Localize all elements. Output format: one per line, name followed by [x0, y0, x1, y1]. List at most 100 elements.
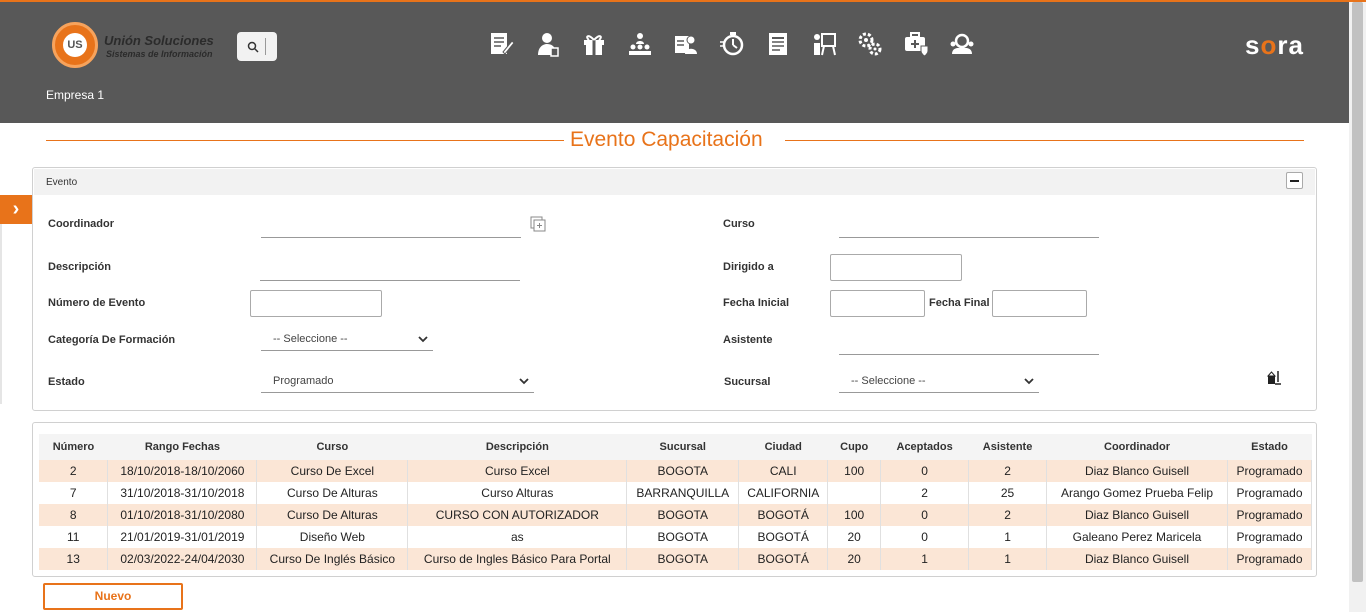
chevron-down-icon	[519, 378, 529, 385]
chevron-down-icon	[1024, 378, 1034, 385]
stopwatch-icon[interactable]	[718, 30, 746, 58]
user-touch-icon[interactable]	[534, 30, 562, 58]
title-divider-left	[46, 140, 564, 141]
cell-ciudad: BOGOTÁ	[738, 548, 829, 570]
cell-curso: Curso De Inglés Básico	[256, 548, 409, 570]
company-name[interactable]: Empresa 1	[46, 88, 104, 102]
gift-icon[interactable]	[580, 30, 608, 58]
team-hierarchy-icon[interactable]	[626, 30, 654, 58]
cell-asistente: 1	[968, 548, 1048, 570]
asistente-label: Asistente	[723, 334, 773, 346]
cell-coordinador: Diaz Blanco Guisell	[1046, 460, 1228, 482]
report-list-icon[interactable]	[764, 30, 792, 58]
cell-coordinador: Galeano Perez Maricela	[1046, 526, 1228, 548]
event-filter-panel: Evento Coordinador Curso Descripción Dir…	[32, 167, 1317, 411]
cell-asistente: 2	[968, 504, 1048, 526]
panel-title: Evento	[46, 177, 78, 188]
categoria-label: Categoría De Formación	[48, 334, 176, 346]
col-header-numero[interactable]: Número	[39, 434, 108, 460]
company-logo[interactable]: US Unión Soluciones Sistemas de Informac…	[52, 22, 222, 70]
gears-icon[interactable]	[856, 30, 884, 58]
cell-ciudad: BOGOTÁ	[738, 504, 829, 526]
logo-mark: US	[63, 33, 87, 57]
cell-rango-fechas: 21/01/2019-31/01/2019	[107, 526, 258, 548]
dirigido-input[interactable]	[830, 254, 962, 281]
search-button[interactable]	[237, 32, 277, 61]
col-header-coordinador[interactable]: Coordinador	[1046, 434, 1228, 460]
cell-cupo	[827, 482, 882, 504]
cell-descripcion: Curso Alturas	[407, 482, 628, 504]
document-edit-icon[interactable]	[488, 30, 516, 58]
scrollbar-thumb[interactable]	[1352, 2, 1363, 582]
add-search-icon[interactable]	[530, 216, 546, 232]
col-header-curso[interactable]: Curso	[256, 434, 408, 460]
brand-text: sora	[1245, 30, 1304, 60]
cell-rango-fechas: 31/10/2018-31/10/2018	[107, 482, 258, 504]
cell-aceptados: 2	[880, 482, 970, 504]
table-row[interactable]: 2 18/10/2018-18/10/2060 Curso De Excel C…	[39, 460, 1313, 482]
cell-descripcion: CURSO CON AUTORIZADOR	[407, 504, 628, 526]
fecha-inicial-input[interactable]	[830, 290, 925, 317]
cell-numero: 2	[39, 460, 109, 482]
cell-numero: 11	[39, 526, 109, 548]
medical-case-icon[interactable]	[902, 30, 930, 58]
group-search-icon[interactable]	[948, 30, 976, 58]
cell-rango-fechas: 02/03/2022-24/04/2030	[107, 548, 258, 570]
collapse-button[interactable]	[1286, 172, 1303, 189]
cell-descripcion: Curso Excel	[407, 460, 628, 482]
app-header: US Unión Soluciones Sistemas de Informac…	[0, 2, 1349, 123]
cell-cupo: 100	[827, 460, 882, 482]
table-row[interactable]: 8 01/10/2018-31/10/2080 Curso De Alturas…	[39, 504, 1313, 526]
numero-evento-label: Número de Evento	[48, 297, 146, 309]
chevron-right-icon: ›	[12, 198, 20, 220]
fecha-final-input[interactable]	[992, 290, 1087, 317]
cell-sucursal: BARRANQUILLA	[626, 482, 740, 504]
cell-aceptados: 0	[880, 526, 970, 548]
descripcion-input[interactable]	[260, 280, 520, 281]
cell-asistente: 25	[968, 482, 1048, 504]
dirigido-label: Dirigido a	[723, 261, 774, 273]
cell-cupo: 20	[827, 548, 882, 570]
col-header-ciudad[interactable]: Ciudad	[738, 434, 828, 460]
logo-emblem: US	[52, 22, 98, 68]
clear-filter-icon[interactable]	[1266, 370, 1282, 386]
nuevo-button[interactable]: Nuevo	[43, 583, 183, 610]
cell-numero: 7	[39, 482, 109, 504]
cell-curso: Diseño Web	[256, 526, 409, 548]
search-divider	[265, 38, 266, 55]
col-header-aceptados[interactable]: Aceptados	[880, 434, 969, 460]
cell-curso: Curso De Excel	[256, 460, 409, 482]
categoria-select[interactable]: -- Seleccione --	[261, 329, 433, 351]
coordinador-input[interactable]	[261, 237, 521, 238]
col-header-asistente[interactable]: Asistente	[968, 434, 1047, 460]
table-row[interactable]: 7 31/10/2018-31/10/2018 Curso De Alturas…	[39, 482, 1313, 504]
cell-estado: Programado	[1227, 482, 1313, 504]
cell-coordinador: Arango Gomez Prueba Felip	[1046, 482, 1228, 504]
curso-input[interactable]	[839, 237, 1099, 238]
col-header-rango-fechas[interactable]: Rango Fechas	[107, 434, 257, 460]
sidebar-edge	[0, 224, 2, 404]
numero-evento-input[interactable]	[250, 290, 382, 317]
col-header-descripcion[interactable]: Descripción	[407, 434, 627, 460]
col-header-cupo[interactable]: Cupo	[827, 434, 881, 460]
table-row[interactable]: 11 21/01/2019-31/01/2019 Diseño Web as B…	[39, 526, 1313, 548]
user-card-icon[interactable]	[672, 30, 700, 58]
events-table: Número Rango Fechas Curso Descripción Su…	[39, 434, 1313, 570]
cell-descripcion: Curso de Ingles Básico Para Portal	[407, 548, 628, 570]
sucursal-select[interactable]: -- Seleccione --	[839, 371, 1039, 393]
estado-select-value: Programado	[273, 375, 334, 387]
curso-label: Curso	[723, 218, 755, 230]
col-header-sucursal[interactable]: Sucursal	[626, 434, 739, 460]
cell-estado: Programado	[1227, 526, 1313, 548]
table-row[interactable]: 13 02/03/2022-24/04/2030 Curso De Inglés…	[39, 548, 1313, 570]
cell-ciudad: BOGOTÁ	[738, 526, 829, 548]
cell-rango-fechas: 18/10/2018-18/10/2060	[107, 460, 258, 482]
col-header-estado[interactable]: Estado	[1227, 434, 1312, 460]
title-divider-right	[785, 140, 1304, 141]
page-title: Evento Capacitación	[570, 128, 763, 151]
asistente-input[interactable]	[839, 354, 1099, 355]
sidebar-toggle-button[interactable]: ›	[0, 195, 32, 224]
presentation-icon[interactable]	[810, 30, 838, 58]
estado-select[interactable]: Programado	[261, 371, 534, 393]
page-scrollbar[interactable]	[1349, 2, 1366, 612]
